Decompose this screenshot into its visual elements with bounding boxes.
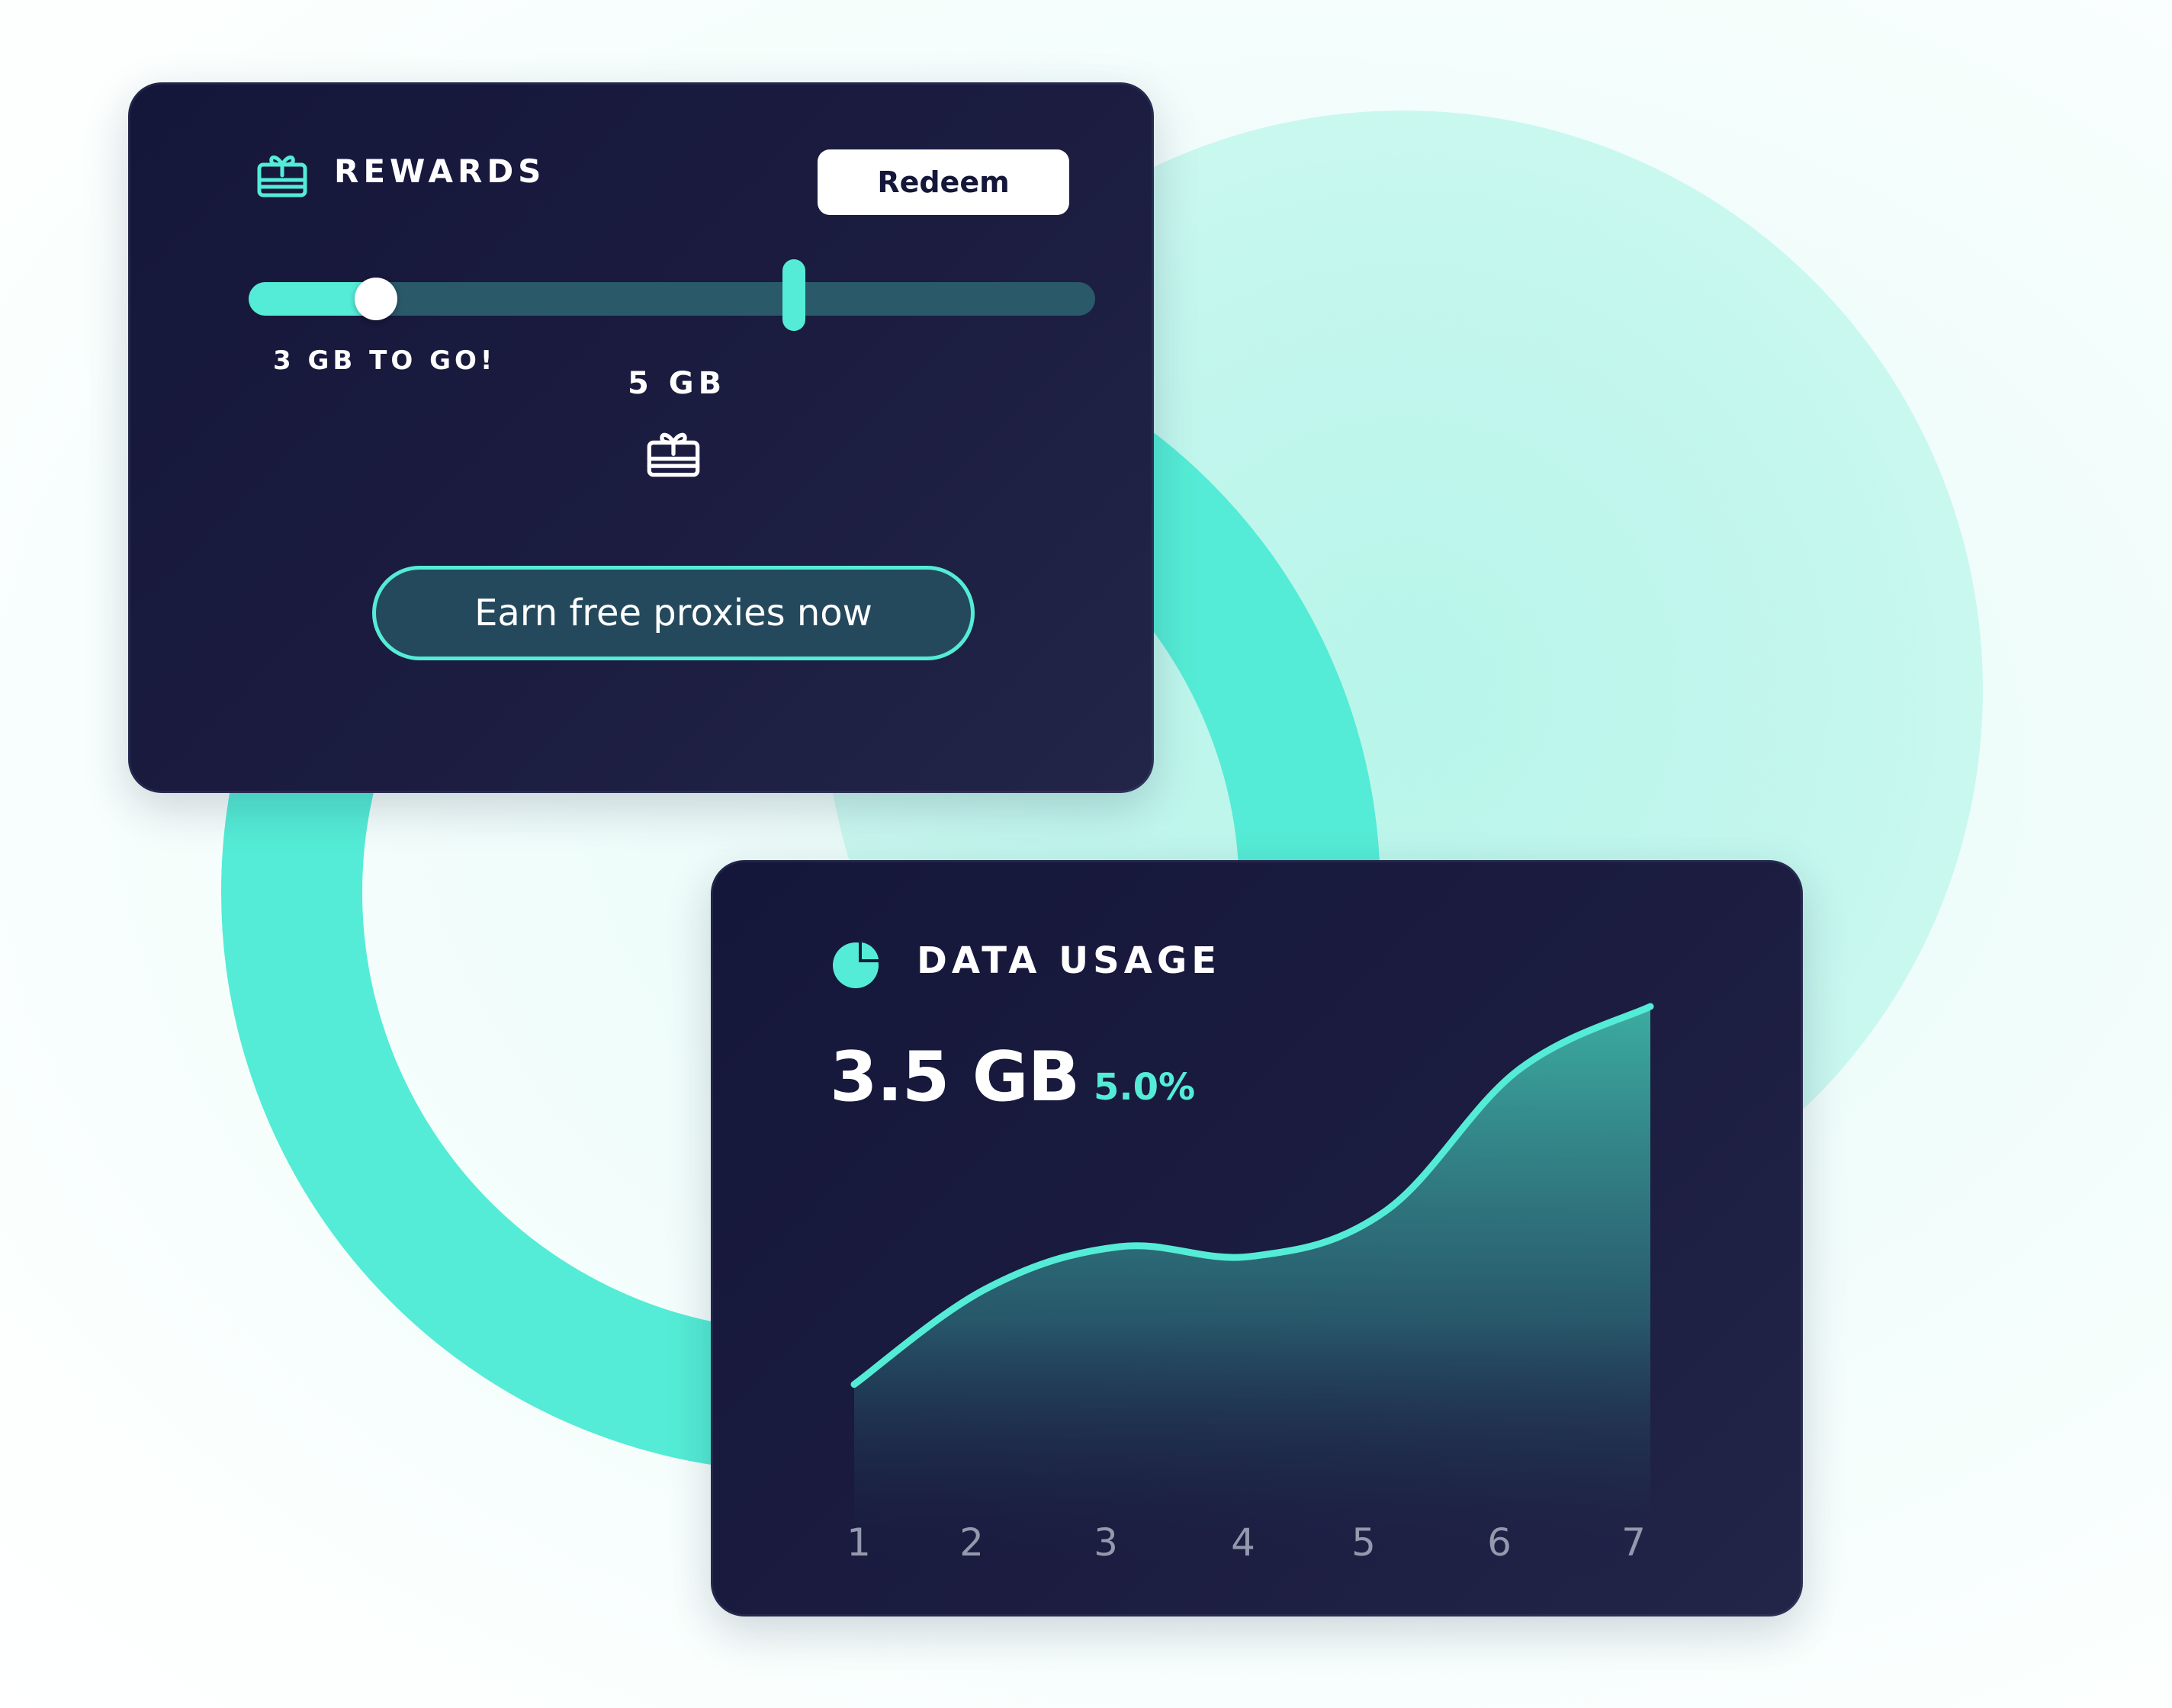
data-usage-card: 1 2 3 4 5 6 7 DATA USAGE 3.5 GB 5.0%	[711, 860, 1803, 1616]
redeem-button[interactable]: Redeem	[818, 149, 1069, 215]
usage-change: 5.0%	[1094, 1066, 1196, 1109]
pie-chart-icon	[833, 939, 882, 988]
rewards-card: REWARDS Redeem 3 GB TO GO! 5 GB Earn fre…	[128, 82, 1154, 793]
gift-icon	[647, 432, 700, 477]
x-tick-label: 5	[1351, 1520, 1376, 1565]
rewards-progress-bar	[249, 259, 1095, 331]
progress-thumb[interactable]	[354, 278, 397, 320]
earn-free-proxies-button[interactable]: Earn free proxies now	[372, 566, 975, 660]
x-tick-label: 4	[1231, 1520, 1255, 1565]
rewards-title: REWARDS	[334, 152, 546, 190]
x-tick-label: 7	[1621, 1520, 1646, 1565]
progress-label: 3 GB TO GO!	[273, 345, 496, 376]
x-tick-label: 1	[847, 1520, 871, 1565]
data-usage-title: DATA USAGE	[917, 939, 1222, 982]
x-tick-label: 2	[959, 1520, 984, 1565]
milestone-label: 5 GB	[628, 366, 727, 401]
x-tick-label: 6	[1487, 1520, 1512, 1565]
gift-icon	[257, 156, 307, 197]
milestone-marker	[782, 259, 805, 331]
x-tick-label: 3	[1094, 1520, 1118, 1565]
usage-value: 3.5 GB	[830, 1037, 1080, 1117]
